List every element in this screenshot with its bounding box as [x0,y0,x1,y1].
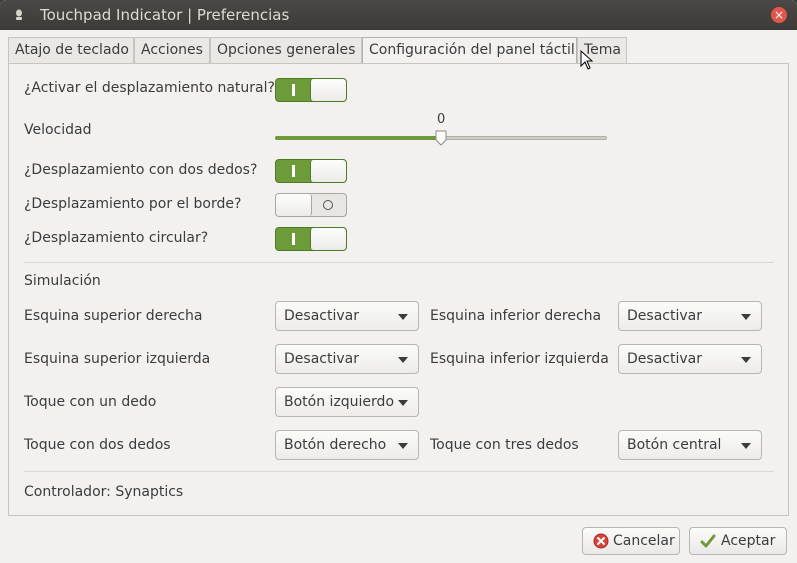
touchpad-settings-pane: ¿Activar el desplazamiento natural? Velo… [8,63,789,516]
tab-keyboard-shortcut[interactable]: Atajo de teclado [8,37,134,63]
top-left-corner-label: Esquina superior izquierda [24,351,211,367]
switch-off-mark [323,200,333,210]
two-finger-scroll-label: ¿Desplazamiento con dos dedos? [24,162,258,178]
dropdown-arrow-icon [398,357,408,363]
two-finger-tap-select[interactable]: Botón derecho [275,430,419,460]
separator [24,471,774,472]
natural-scroll-switch[interactable] [275,78,347,102]
three-finger-tap-label: Toque con tres dedos [430,437,579,453]
accept-button-label: Aceptar [721,533,776,549]
switch-on-mark [292,165,295,177]
edge-scroll-label: ¿Desplazamiento por el borde? [24,196,242,212]
close-icon[interactable]: × [771,7,787,23]
select-value: Botón izquierdo [284,394,395,410]
title-bar: Touchpad Indicator | Preferencias × [0,0,797,30]
three-finger-tap-select[interactable]: Botón central [618,430,762,460]
switch-on-mark [292,84,295,96]
switch-knob [310,79,346,101]
top-left-corner-select[interactable]: Desactivar [275,344,419,374]
select-value: Desactivar [284,308,359,324]
bottom-left-corner-label: Esquina inferior izquierda [430,351,609,367]
speed-label: Velocidad [24,122,92,138]
two-finger-scroll-switch[interactable] [275,159,347,183]
separator [24,262,774,263]
switch-knob [310,160,346,182]
checkmark-icon [700,534,716,548]
select-value: Desactivar [284,351,359,367]
simulation-heading: Simulación [24,273,101,289]
tab-touchpad-configuration[interactable]: Configuración del panel táctil [362,37,577,64]
tab-general-options[interactable]: Opciones generales [210,37,362,63]
touchpad-app-icon [16,9,22,20]
top-right-corner-select[interactable]: Desactivar [275,301,419,331]
circular-scroll-switch[interactable] [275,227,347,251]
edge-scroll-switch[interactable] [275,193,347,217]
dropdown-arrow-icon [741,314,751,320]
bottom-right-corner-label: Esquina inferior derecha [430,308,602,324]
natural-scroll-label: ¿Activar el desplazamiento natural? [24,80,275,96]
circular-scroll-label: ¿Desplazamiento circular? [24,230,209,246]
preferences-window: Touchpad Indicator | Preferencias × Ataj… [0,0,797,563]
driver-label: Controlador: Synaptics [24,484,184,500]
bottom-right-corner-select[interactable]: Desactivar [618,301,762,331]
dropdown-arrow-icon [741,443,751,449]
speed-value: 0 [437,112,446,127]
two-finger-tap-label: Toque con dos dedos [24,437,171,453]
window-title: Touchpad Indicator | Preferencias [40,6,290,24]
switch-knob [310,228,346,250]
tab-actions[interactable]: Acciones [134,37,210,63]
cancel-button[interactable]: Cancelar [582,527,680,555]
switch-knob [276,194,312,216]
mouse-pointer-icon [580,50,594,70]
dropdown-arrow-icon [398,314,408,320]
speed-slider-handle[interactable] [435,130,447,146]
dropdown-arrow-icon [398,400,408,406]
select-value: Desactivar [627,308,702,324]
cancel-circle-icon [593,533,609,549]
top-right-corner-label: Esquina superior derecha [24,308,203,324]
one-finger-tap-label: Toque con un dedo [24,394,157,410]
speed-slider-fill [275,136,441,140]
select-value: Botón central [627,437,722,453]
bottom-left-corner-select[interactable]: Desactivar [618,344,762,374]
select-value: Botón derecho [284,437,387,453]
dropdown-arrow-icon [741,357,751,363]
one-finger-tap-select[interactable]: Botón izquierdo [275,387,419,417]
accept-button[interactable]: Aceptar [689,527,787,555]
cancel-button-label: Cancelar [613,533,675,549]
dropdown-arrow-icon [398,443,408,449]
switch-on-mark [292,233,295,245]
select-value: Desactivar [627,351,702,367]
